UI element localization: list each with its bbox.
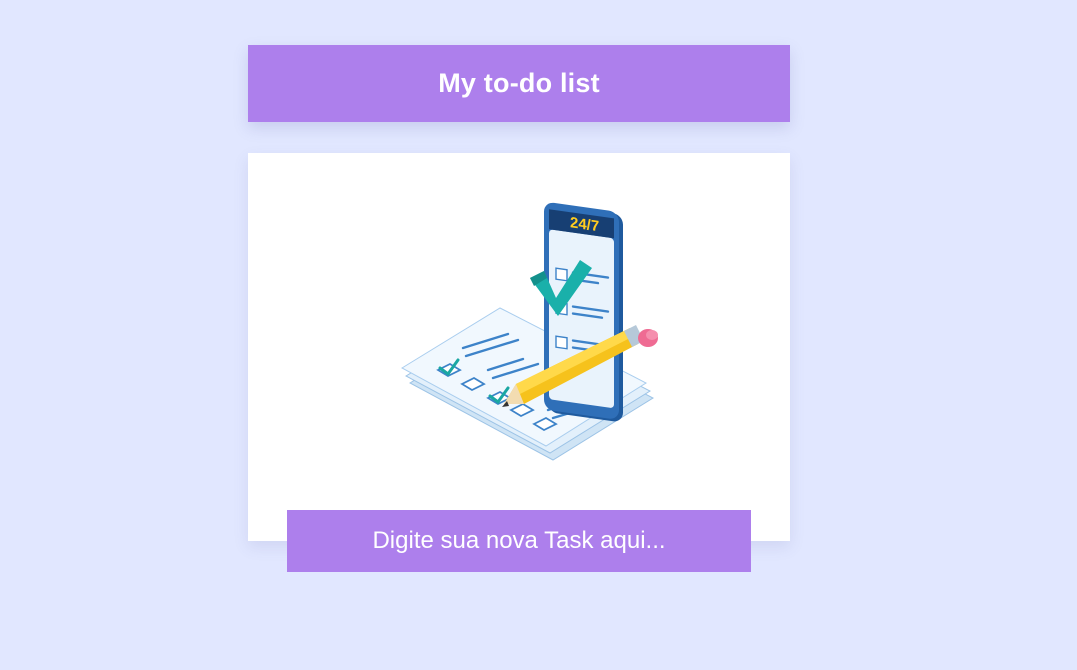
page-title: My to-do list: [438, 68, 600, 98]
illustration-card: 24/7: [248, 153, 790, 541]
app-header: My to-do list: [248, 45, 790, 122]
new-task-input[interactable]: [287, 510, 751, 572]
todo-illustration: 24/7: [400, 202, 658, 461]
